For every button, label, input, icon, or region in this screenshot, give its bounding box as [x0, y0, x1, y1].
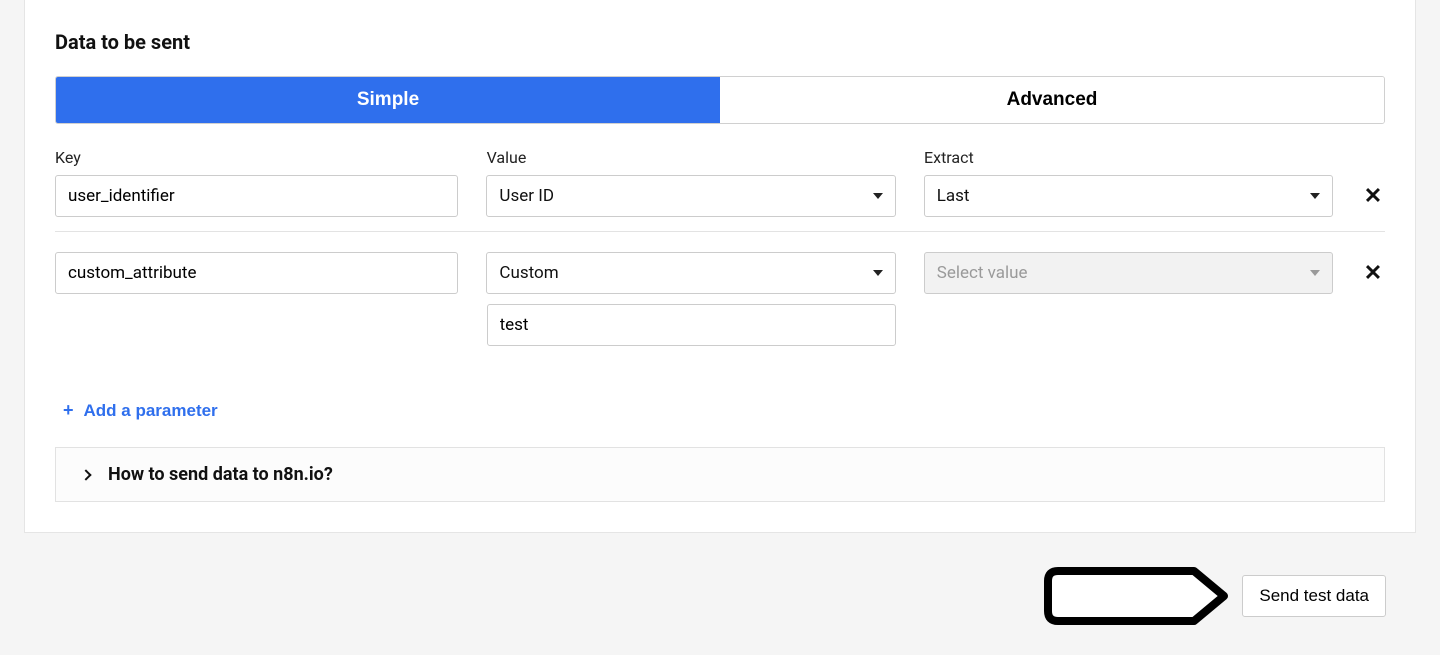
- add-parameter-label: Add a parameter: [84, 401, 218, 421]
- remove-row-button[interactable]: ✕: [1361, 252, 1385, 294]
- add-parameter-button[interactable]: + Add a parameter: [63, 400, 218, 421]
- callout-tag-icon: [1044, 567, 1230, 625]
- value-select[interactable]: Custom: [486, 252, 895, 294]
- key-input[interactable]: [55, 252, 458, 294]
- value-select[interactable]: User ID: [486, 175, 895, 217]
- extract-select-text: Last: [937, 186, 970, 206]
- plus-icon: +: [63, 400, 74, 421]
- label-value: Value: [487, 148, 527, 167]
- label-key: Key: [55, 148, 81, 167]
- remove-row-button[interactable]: ✕: [1361, 175, 1385, 217]
- tab-advanced[interactable]: Advanced: [720, 77, 1384, 123]
- accordion-help[interactable]: How to send data to n8n.io?: [55, 447, 1385, 502]
- tabs: Simple Advanced: [55, 76, 1385, 124]
- extract-select-disabled: Select value: [924, 252, 1333, 294]
- close-icon: ✕: [1364, 183, 1382, 209]
- close-icon: ✕: [1364, 260, 1382, 286]
- footer: Send test data: [24, 533, 1416, 655]
- column-labels: Key Value Extract: [55, 148, 1385, 167]
- value-select-text: User ID: [499, 186, 554, 206]
- chevron-down-icon: [1310, 193, 1320, 199]
- custom-value-input[interactable]: [487, 304, 896, 346]
- section-title: Data to be sent: [55, 30, 1385, 54]
- chevron-right-icon: [80, 469, 91, 480]
- chevron-down-icon: [1310, 270, 1320, 276]
- chevron-down-icon: [873, 270, 883, 276]
- send-test-data-button[interactable]: Send test data: [1242, 575, 1386, 617]
- tab-simple[interactable]: Simple: [56, 77, 720, 123]
- extract-select-placeholder: Select value: [937, 263, 1028, 283]
- chevron-down-icon: [873, 193, 883, 199]
- value-select-text: Custom: [499, 263, 558, 283]
- key-input[interactable]: [55, 175, 458, 217]
- parameter-row: User ID Last ✕: [55, 175, 1385, 232]
- extract-select[interactable]: Last: [924, 175, 1333, 217]
- label-extract: Extract: [924, 148, 974, 167]
- accordion-title: How to send data to n8n.io?: [108, 464, 333, 485]
- parameter-row: Custom Select value ✕: [55, 252, 1385, 360]
